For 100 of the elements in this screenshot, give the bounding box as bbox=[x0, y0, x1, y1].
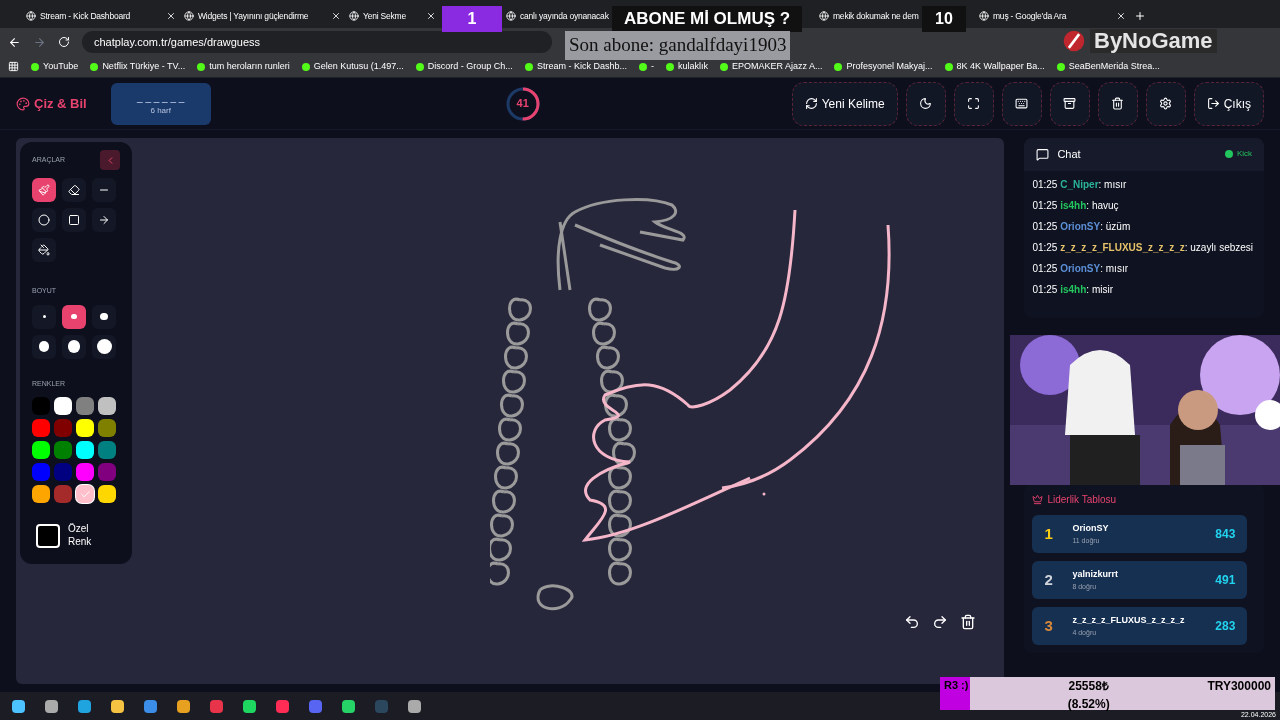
url-field[interactable]: chatplay.com.tr/games/drawguess bbox=[82, 31, 552, 53]
paint-bucket-icon bbox=[38, 244, 50, 256]
back-icon[interactable] bbox=[8, 35, 21, 49]
taskbar-app-icon[interactable] bbox=[177, 699, 190, 713]
reload-icon[interactable] bbox=[58, 36, 70, 48]
color-swatch[interactable] bbox=[76, 397, 94, 415]
header-icon-button[interactable] bbox=[1001, 81, 1042, 126]
size-button[interactable] bbox=[62, 304, 86, 329]
tool-button[interactable] bbox=[62, 208, 86, 232]
color-swatch[interactable] bbox=[32, 485, 50, 503]
browser-tab[interactable]: Yeni Sekme bbox=[345, 4, 440, 28]
close-icon[interactable] bbox=[331, 11, 341, 21]
settings-icon bbox=[1159, 97, 1173, 110]
timer-value: 41 bbox=[516, 96, 529, 112]
color-swatch[interactable] bbox=[32, 441, 50, 459]
taskbar-app-icon[interactable] bbox=[342, 699, 355, 713]
logo-icon bbox=[1062, 29, 1086, 53]
color-swatch[interactable] bbox=[98, 419, 116, 437]
color-swatch[interactable] bbox=[76, 463, 94, 481]
color-swatch[interactable] bbox=[98, 397, 116, 415]
size-button[interactable] bbox=[62, 334, 86, 359]
browser-tab[interactable]: Widgets | Yayınını güçlendirme bbox=[180, 4, 345, 28]
new-tab-icon[interactable] bbox=[1134, 10, 1146, 22]
color-swatch[interactable] bbox=[32, 397, 50, 415]
tab-title: Widgets | Yayınını güçlendirme bbox=[198, 9, 310, 23]
bookmark[interactable]: Gelen Kutusu (1.497... bbox=[301, 59, 404, 74]
score: 843 bbox=[1215, 526, 1236, 543]
color-swatch[interactable] bbox=[54, 397, 72, 415]
taskbar-app-icon[interactable] bbox=[78, 699, 91, 713]
check-icon bbox=[79, 488, 91, 500]
size-button[interactable] bbox=[92, 304, 116, 329]
undo-icon[interactable] bbox=[904, 614, 921, 630]
close-icon[interactable] bbox=[426, 11, 436, 21]
header-icon-button[interactable] bbox=[1049, 81, 1090, 126]
color-swatch[interactable] bbox=[32, 419, 50, 437]
header-icon-button[interactable] bbox=[905, 81, 946, 126]
color-swatch[interactable] bbox=[98, 485, 116, 503]
header-button[interactable]: Yeni Kelime bbox=[791, 81, 898, 126]
tab-favicon-icon bbox=[506, 11, 516, 21]
trash-icon[interactable] bbox=[960, 614, 977, 630]
header-icon-button[interactable] bbox=[1145, 81, 1186, 126]
leaderboard-title: Liderlik Tablosu bbox=[1047, 493, 1117, 507]
color-swatch[interactable] bbox=[98, 463, 116, 481]
tool-button[interactable] bbox=[32, 208, 56, 232]
taskbar-app-icon[interactable] bbox=[144, 699, 157, 713]
tool-button[interactable] bbox=[92, 208, 116, 232]
bookmark[interactable]: - bbox=[638, 59, 654, 74]
tool-button[interactable] bbox=[32, 178, 56, 202]
keyboard-icon bbox=[1015, 97, 1029, 110]
word-hint: 6 harf bbox=[150, 105, 171, 117]
taskbar-app-icon[interactable] bbox=[243, 699, 256, 713]
color-swatch[interactable] bbox=[54, 441, 72, 459]
browser-tab[interactable]: mekik dokumak ne dem bbox=[815, 4, 921, 28]
tab-title: Yeni Sekme bbox=[363, 9, 407, 23]
bookmark[interactable]: 8K 4K Wallpaper Ba... bbox=[944, 59, 1045, 74]
forward-icon[interactable] bbox=[33, 35, 46, 49]
chat-message: 01:25 is4hh: havuç bbox=[1032, 198, 1120, 213]
bookmark[interactable]: Netflix Türkiye - TV... bbox=[90, 59, 186, 74]
taskbar-app-icon[interactable] bbox=[45, 699, 58, 713]
browser-tab[interactable]: Stream - Kick Dashboard bbox=[22, 4, 180, 28]
close-icon[interactable] bbox=[166, 11, 176, 21]
tool-button[interactable] bbox=[32, 238, 56, 262]
color-swatch[interactable] bbox=[76, 419, 94, 437]
color-swatch[interactable] bbox=[76, 485, 94, 503]
bookmark[interactable]: Stream - Kick Dashb... bbox=[524, 59, 627, 74]
bookmark[interactable]: YouTube bbox=[31, 59, 79, 74]
bookmark[interactable]: Discord - Group Ch... bbox=[415, 59, 513, 74]
color-swatch[interactable] bbox=[54, 463, 72, 481]
size-button[interactable] bbox=[92, 334, 116, 359]
close-icon[interactable] bbox=[1116, 11, 1126, 21]
apps-icon[interactable] bbox=[8, 61, 19, 72]
color-swatch[interactable] bbox=[54, 419, 72, 437]
header-icon-button[interactable] bbox=[1097, 81, 1138, 126]
color-swatch[interactable] bbox=[32, 463, 50, 481]
custom-color-swatch[interactable] bbox=[36, 523, 60, 548]
color-swatch[interactable] bbox=[76, 441, 94, 459]
redo-icon[interactable] bbox=[932, 614, 949, 630]
tab-title: Stream - Kick Dashboard bbox=[40, 9, 132, 23]
tab-favicon-icon bbox=[979, 11, 989, 21]
tool-button[interactable] bbox=[62, 178, 86, 202]
taskbar-app-icon[interactable] bbox=[276, 699, 289, 713]
chat-title: Chat bbox=[1057, 147, 1081, 162]
chat-message: 01:25 is4hh: misir bbox=[1032, 282, 1114, 297]
size-button[interactable] bbox=[32, 334, 56, 359]
bookmark[interactable]: tum heroların runleri bbox=[197, 59, 290, 74]
browser-tab[interactable]: muş - Google'da Ara bbox=[975, 4, 1130, 28]
taskbar-app-icon[interactable] bbox=[12, 699, 25, 713]
bookmark[interactable]: EPOMAKER Ajazz A... bbox=[719, 59, 823, 74]
color-swatch[interactable] bbox=[98, 441, 116, 459]
bookmark[interactable]: kulaklık bbox=[665, 59, 708, 74]
header-button[interactable]: Çıkış bbox=[1193, 81, 1264, 126]
bookmark[interactable]: SeaBenMerida Strea... bbox=[1056, 59, 1160, 74]
taskbar-app-icon[interactable] bbox=[408, 699, 421, 713]
eraser-icon bbox=[68, 184, 80, 196]
bookmark[interactable]: Profesyonel Makyaj... bbox=[834, 59, 933, 74]
taskbar-app-icon[interactable] bbox=[111, 699, 124, 713]
color-swatch[interactable] bbox=[54, 485, 72, 503]
trash-icon bbox=[1111, 97, 1125, 110]
chat-source: Kick bbox=[1236, 148, 1252, 161]
browser-tab[interactable]: canlı yayında oynanacak bbox=[502, 4, 610, 28]
